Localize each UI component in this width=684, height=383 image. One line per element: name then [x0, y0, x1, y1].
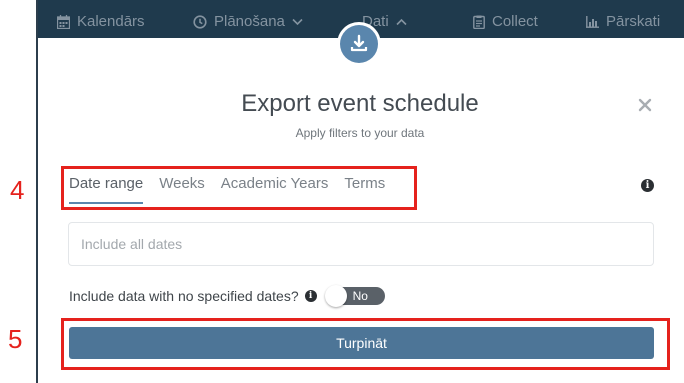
- chevron-down-icon: [292, 18, 303, 26]
- modal-subtitle: Apply filters to your data: [295, 126, 425, 140]
- annotation-box-button: [61, 318, 670, 370]
- bar-chart-icon: [586, 16, 599, 28]
- close-button[interactable]: [634, 96, 656, 118]
- nav-item-calendar[interactable]: Kalendārs: [57, 12, 145, 32]
- nav-label: Collect: [492, 13, 538, 30]
- modal-title: Export event schedule: [241, 90, 479, 117]
- no-dates-option: Include data with no specified dates? i …: [69, 285, 385, 307]
- info-icon[interactable]: i: [641, 179, 654, 192]
- toggle-knob: [324, 285, 347, 307]
- nav-label: Pārskati: [606, 13, 661, 30]
- info-icon[interactable]: i: [304, 290, 317, 302]
- toggle-state-label: No: [352, 289, 368, 303]
- annotation-number: 5: [8, 324, 23, 354]
- chevron-up-icon: [396, 18, 407, 26]
- clock-icon: [193, 15, 207, 29]
- calendar-icon: [57, 15, 70, 29]
- nav-label: Kalendārs: [77, 13, 145, 30]
- nav-item-collect[interactable]: Collect: [473, 12, 538, 32]
- nav-item-planning[interactable]: Plānošana: [193, 12, 303, 32]
- clipboard-icon: [473, 15, 485, 29]
- date-range-input[interactable]: [68, 222, 654, 266]
- close-icon: [638, 98, 652, 117]
- download-icon: [340, 25, 378, 63]
- annotation-box-tabs: [61, 166, 417, 210]
- no-dates-toggle[interactable]: No: [324, 285, 385, 307]
- nav-label: Plānošana: [214, 13, 285, 30]
- no-dates-label: Include data with no specified dates?: [69, 288, 299, 304]
- nav-item-reports[interactable]: Pārskati: [586, 12, 660, 32]
- annotation-number: 4: [10, 175, 25, 205]
